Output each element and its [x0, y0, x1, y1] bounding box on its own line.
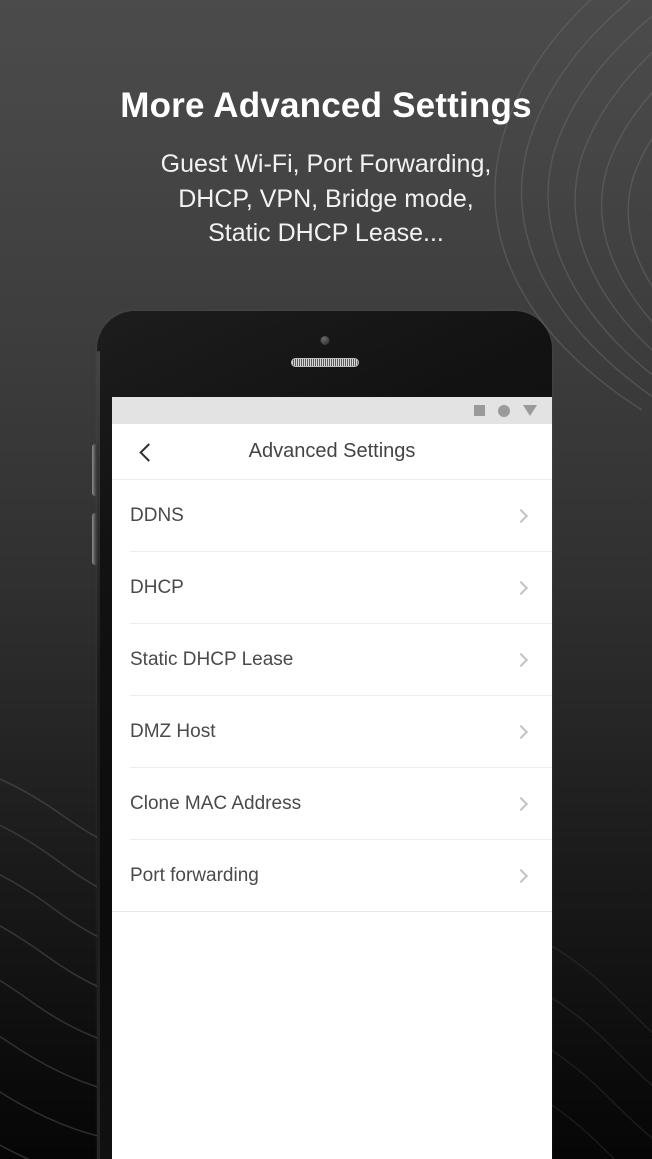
list-item-dhcp[interactable]: DHCP	[112, 552, 552, 623]
promo-screenshot: More Advanced Settings Guest Wi-Fi, Port…	[0, 0, 652, 1159]
subtitle-line-1: Guest Wi-Fi, Port Forwarding,	[160, 150, 492, 179]
chevron-right-icon	[513, 724, 529, 739]
chevron-right-icon	[513, 508, 529, 523]
page-subtitle: Guest Wi-Fi, Port Forwarding, DHCP, VPN,…	[0, 147, 652, 250]
list-item-label: DMZ Host	[130, 720, 216, 742]
chevron-left-icon	[138, 442, 158, 462]
speaker-grille-icon	[290, 358, 359, 367]
list-item-static-dhcp-lease[interactable]: Static DHCP Lease	[112, 624, 552, 695]
volume-up-button[interactable]	[92, 444, 98, 496]
list-item-dmz-host[interactable]: DMZ Host	[112, 696, 552, 767]
volume-down-button[interactable]	[92, 513, 98, 565]
circle-icon[interactable]	[498, 404, 510, 417]
list-empty-area	[112, 912, 552, 1159]
chevron-right-icon	[513, 652, 529, 667]
settings-list: DDNS DHCP Static DHCP Lease DMZ Host Clo…	[112, 480, 552, 1159]
list-item-clone-mac-address[interactable]: Clone MAC Address	[112, 768, 552, 839]
header-title: Advanced Settings	[248, 440, 416, 462]
chevron-right-icon	[513, 580, 529, 595]
chevron-right-icon	[513, 796, 529, 811]
list-item-port-forwarding[interactable]: Port forwarding	[112, 840, 552, 911]
page-title: More Advanced Settings	[120, 86, 532, 125]
phone-mockup: Advanced Settings DDNS DHCP Static DHCP …	[92, 311, 552, 1159]
subtitle-line-2: DHCP, VPN, Bridge mode,	[178, 184, 474, 213]
app-header: Advanced Settings	[112, 424, 552, 480]
promo-text-block: More Advanced Settings Guest Wi-Fi, Port…	[0, 86, 652, 250]
phone-screen: Advanced Settings DDNS DHCP Static DHCP …	[112, 397, 552, 1159]
list-item-label: DDNS	[130, 504, 184, 526]
camera-icon	[320, 336, 329, 345]
triangle-down-icon[interactable]	[523, 405, 537, 416]
square-icon[interactable]	[474, 405, 485, 416]
status-bar	[112, 397, 552, 424]
list-item-label: Static DHCP Lease	[130, 648, 294, 670]
list-item-ddns[interactable]: DDNS	[112, 480, 552, 551]
list-item-label: Port forwarding	[130, 864, 259, 886]
subtitle-line-3: Static DHCP Lease...	[208, 218, 444, 247]
back-button[interactable]	[120, 424, 172, 480]
chevron-right-icon	[513, 868, 529, 883]
list-item-label: DHCP	[130, 576, 184, 598]
list-item-label: Clone MAC Address	[130, 792, 302, 814]
